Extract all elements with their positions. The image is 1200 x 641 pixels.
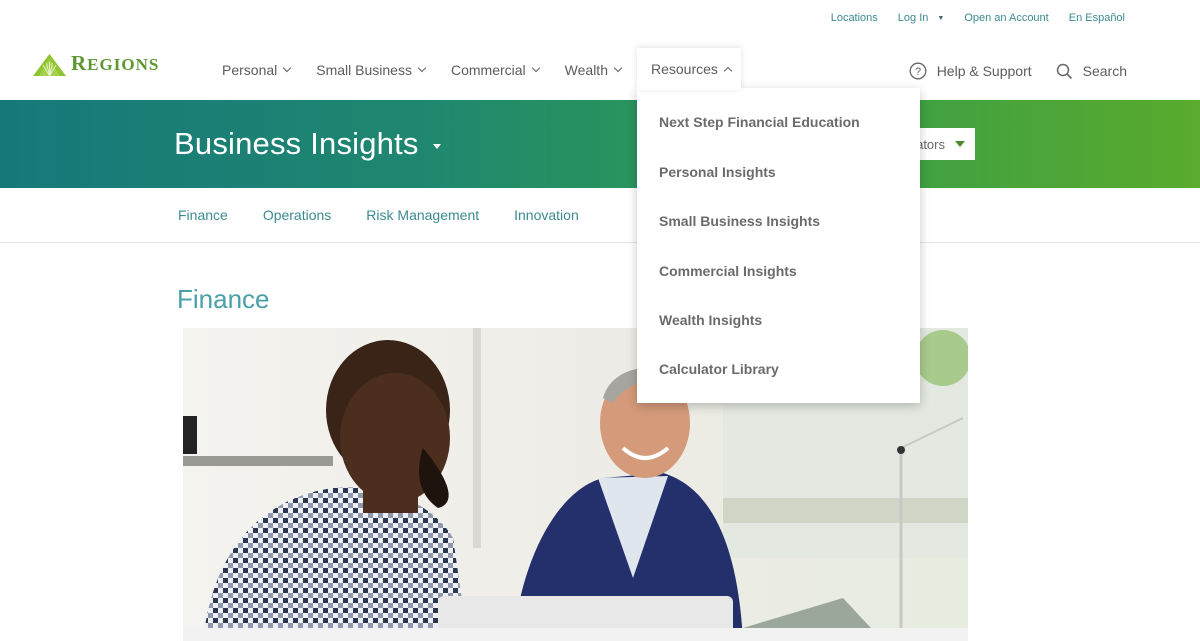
search-icon (1056, 63, 1072, 79)
chevron-down-icon (613, 63, 623, 73)
nav-commercial[interactable]: Commercial (450, 62, 540, 78)
category-subnav: Finance Operations Risk Management Innov… (0, 188, 1200, 243)
open-account-link[interactable]: Open an Account (964, 12, 1048, 24)
chevron-down-icon (531, 63, 540, 73)
main-nav: Personal Small Business Commercial Wealt… (222, 62, 647, 78)
business-insights-banner: Business Insights ators (0, 100, 1200, 188)
right-nav: ? Help & Support Search (885, 62, 1127, 80)
subnav-risk-management[interactable]: Risk Management (366, 207, 479, 223)
regions-wordmark: REGIONS (71, 52, 159, 76)
menu-item-wealth-insights[interactable]: Wealth Insights (659, 312, 762, 328)
nav-small-business[interactable]: Small Business (316, 62, 427, 78)
subnav-finance[interactable]: Finance (178, 207, 228, 223)
help-support-label: Help & Support (936, 63, 1032, 79)
subnav-operations[interactable]: Operations (263, 207, 331, 223)
help-support-link[interactable]: ? Help & Support (909, 62, 1032, 80)
espanol-link[interactable]: En Español (1069, 12, 1125, 24)
nav-wealth-label: Wealth (564, 62, 608, 78)
regions-triangle-icon (33, 54, 66, 76)
regions-logo[interactable]: REGIONS (33, 52, 159, 76)
banner-title-dropdown[interactable]: Business Insights (174, 126, 441, 162)
caret-down-icon (955, 141, 965, 147)
chevron-down-icon (417, 63, 427, 73)
nav-personal-label: Personal (222, 62, 278, 78)
help-circle-icon: ? (909, 62, 927, 80)
search-link[interactable]: Search (1056, 62, 1127, 80)
menu-item-commercial-insights[interactable]: Commercial Insights (659, 263, 797, 279)
banner-title: Business Insights (174, 126, 419, 161)
chevron-up-icon (723, 66, 733, 75)
chevron-down-icon (283, 63, 292, 73)
logo-initial: R (71, 51, 88, 75)
calculators-select-label: ators (916, 136, 945, 152)
nav-small-business-label: Small Business (316, 62, 412, 78)
menu-item-small-business-insights[interactable]: Small Business Insights (659, 213, 820, 229)
main-header: REGIONS Personal Small Business Commerci… (0, 40, 1200, 100)
login-label: Log In (897, 12, 929, 24)
utility-nav: Locations Log In ▼ Open an Account En Es… (811, 12, 1125, 24)
nav-commercial-label: Commercial (450, 62, 526, 78)
subnav-innovation[interactable]: Innovation (514, 207, 579, 223)
caret-down-icon: ▼ (937, 14, 945, 22)
svg-text:?: ? (915, 66, 921, 78)
login-menu[interactable]: Log In ▼ (898, 12, 945, 24)
menu-item-personal-insights[interactable]: Personal Insights (659, 164, 776, 180)
caret-down-icon (432, 143, 441, 149)
nav-personal[interactable]: Personal (222, 62, 292, 78)
nav-resources-label: Resources (651, 61, 718, 77)
menu-item-calculator-library[interactable]: Calculator Library (659, 361, 779, 377)
logo-rest: EGIONS (87, 55, 160, 74)
nav-wealth[interactable]: Wealth (564, 62, 623, 78)
search-label: Search (1082, 63, 1127, 79)
section-title: Finance (177, 284, 270, 314)
locations-link[interactable]: Locations (831, 12, 878, 24)
menu-item-next-step[interactable]: Next Step Financial Education (659, 114, 860, 130)
nav-resources[interactable]: Resources (637, 48, 741, 90)
resources-dropdown-menu: Next Step Financial Education Personal I… (637, 88, 920, 403)
